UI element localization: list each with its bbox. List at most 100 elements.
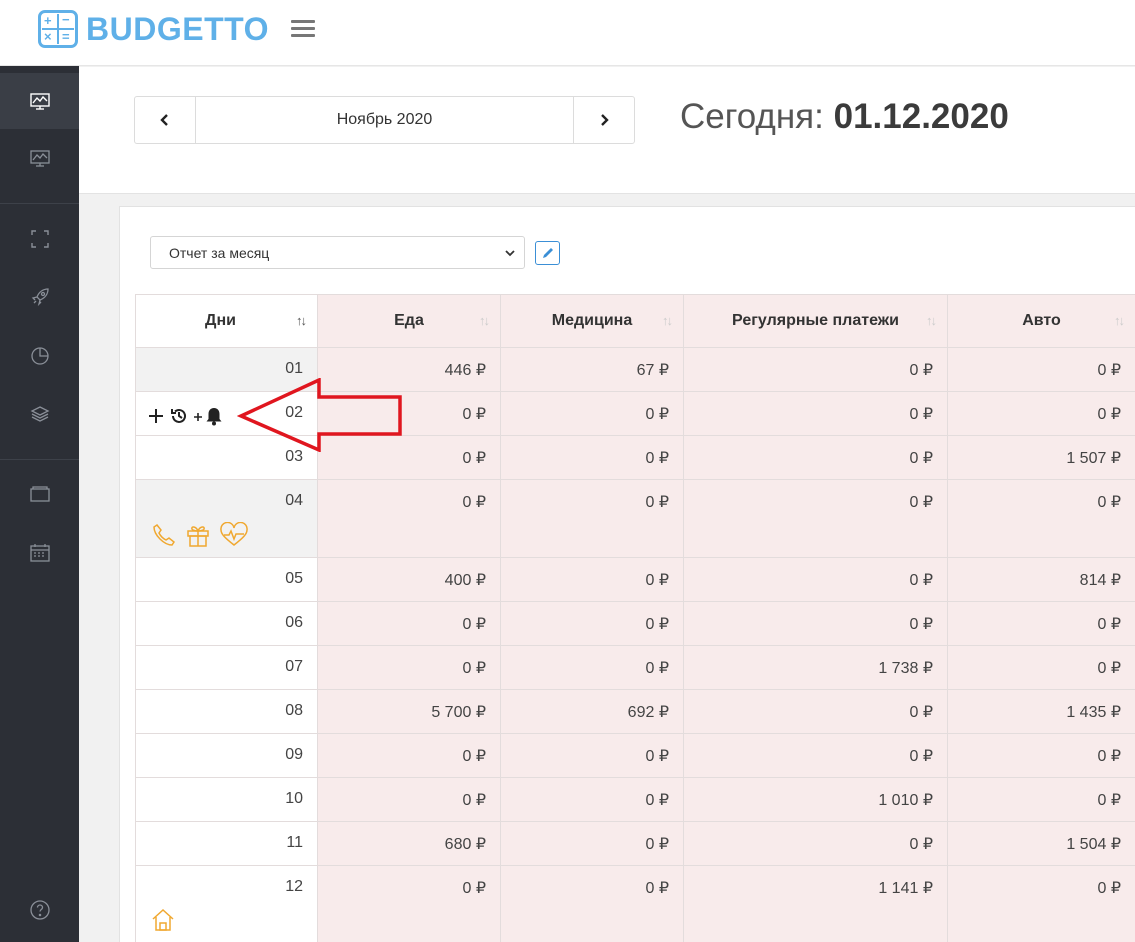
amount-cell[interactable]: 0 ₽ <box>684 558 948 602</box>
amount-cell[interactable]: 1 504 ₽ <box>948 822 1135 866</box>
amount-cell[interactable]: 0 ₽ <box>948 480 1135 558</box>
column-header-4[interactable]: Авто ↑↓ <box>948 294 1135 348</box>
amount-cell[interactable]: 0 ₽ <box>501 558 684 602</box>
day-cell[interactable]: 11 <box>135 822 318 866</box>
sidebar-item-calendar[interactable] <box>0 525 79 581</box>
amount-cell[interactable]: 0 ₽ <box>684 480 948 558</box>
next-month-button[interactable] <box>573 97 634 143</box>
day-cell[interactable]: 06 <box>135 602 318 646</box>
column-header-0[interactable]: Дни ↑↓ <box>135 294 318 348</box>
column-header-1[interactable]: Еда ↑↓ <box>318 294 501 348</box>
day-cell[interactable]: 07 <box>135 646 318 690</box>
amount-cell[interactable]: 0 ₽ <box>318 646 501 690</box>
sort-icon[interactable]: ↑↓ <box>926 313 937 328</box>
amount-cell[interactable]: 1 435 ₽ <box>948 690 1135 734</box>
sort-icon[interactable]: ↑↓ <box>662 313 673 328</box>
sidebar-item-report[interactable] <box>0 130 79 186</box>
amount-cell[interactable]: 67 ₽ <box>501 348 684 392</box>
column-header-label: Авто <box>1022 312 1061 329</box>
edit-report-button[interactable] <box>535 241 560 265</box>
report-type-select[interactable]: Отчет за месяц <box>150 236 525 269</box>
sidebar-item-wallet[interactable] <box>0 466 79 522</box>
amount-cell[interactable]: 692 ₽ <box>501 690 684 734</box>
amount-cell[interactable]: 400 ₽ <box>318 558 501 602</box>
amount-cell[interactable]: 0 ₽ <box>684 822 948 866</box>
day-cell[interactable]: 09 <box>135 734 318 778</box>
amount-cell[interactable]: 0 ₽ <box>948 866 1135 942</box>
amount-cell[interactable]: 0 ₽ <box>501 734 684 778</box>
today-date: Сегодня: 01.12.2020 <box>680 97 1009 137</box>
amount-cell[interactable]: 0 ₽ <box>948 778 1135 822</box>
amount-cell[interactable]: 0 ₽ <box>501 646 684 690</box>
amount-cell[interactable]: 0 ₽ <box>684 436 948 480</box>
heart-pulse-icon[interactable] <box>219 522 249 548</box>
amount-cell[interactable]: 0 ₽ <box>318 734 501 778</box>
amount-cell[interactable]: 1 507 ₽ <box>948 436 1135 480</box>
amount-value: 1 507 ₽ <box>1066 450 1121 467</box>
month-navigator: Ноябрь 2020 <box>134 96 635 144</box>
amount-cell[interactable]: 0 ₽ <box>948 392 1135 436</box>
plus-icon[interactable] <box>146 406 166 426</box>
amount-value: 814 ₽ <box>1079 572 1121 589</box>
column-header-3[interactable]: Регулярные платежи ↑↓ <box>684 294 948 348</box>
day-cell[interactable]: 10 <box>135 778 318 822</box>
sidebar-item-layers[interactable] <box>0 386 79 442</box>
amount-cell[interactable]: 680 ₽ <box>318 822 501 866</box>
amount-cell[interactable]: 1 010 ₽ <box>684 778 948 822</box>
phone-icon[interactable] <box>151 522 177 548</box>
chevron-right-icon <box>601 114 609 126</box>
amount-cell[interactable]: 0 ₽ <box>318 602 501 646</box>
amount-cell[interactable]: 0 ₽ <box>948 348 1135 392</box>
amount-cell[interactable]: 814 ₽ <box>948 558 1135 602</box>
period-header: Ноябрь 2020 Сегодня: 01.12.2020 <box>79 67 1135 194</box>
amount-cell[interactable]: 0 ₽ <box>501 602 684 646</box>
sidebar-item-dashboard[interactable] <box>0 73 79 129</box>
day-cell[interactable]: 05 <box>135 558 318 602</box>
sort-icon[interactable]: ↑↓ <box>296 313 307 328</box>
row-icons-04 <box>151 522 249 548</box>
amount-value: 0 ₽ <box>462 494 486 511</box>
sidebar-item-statistics[interactable] <box>0 328 79 384</box>
day-cell[interactable]: 08 <box>135 690 318 734</box>
amount-cell[interactable]: 0 ₽ <box>684 690 948 734</box>
gift-icon[interactable] <box>185 522 211 548</box>
amount-cell[interactable]: 5 700 ₽ <box>318 690 501 734</box>
amount-cell[interactable]: 1 141 ₽ <box>684 866 948 942</box>
sidebar-item-help[interactable] <box>0 882 79 938</box>
amount-cell[interactable]: 0 ₽ <box>684 734 948 778</box>
sidebar-item-rocket[interactable] <box>0 269 79 325</box>
sidebar-item-fullscreen[interactable] <box>0 211 79 267</box>
today-label: Сегодня: <box>680 97 824 136</box>
amount-cell[interactable]: 1 738 ₽ <box>684 646 948 690</box>
amount-cell[interactable]: 0 ₽ <box>501 822 684 866</box>
sort-icon[interactable]: ↑↓ <box>1114 313 1125 328</box>
prev-month-button[interactable] <box>135 97 196 143</box>
amount-cell[interactable]: 0 ₽ <box>501 778 684 822</box>
amount-cell[interactable]: 0 ₽ <box>684 348 948 392</box>
menu-toggle-icon[interactable] <box>291 20 315 38</box>
amount-cell[interactable]: 0 ₽ <box>948 734 1135 778</box>
amount-cell[interactable]: 0 ₽ <box>501 392 684 436</box>
sort-icon[interactable]: ↑↓ <box>479 313 490 328</box>
amount-cell[interactable]: 0 ₽ <box>318 866 501 942</box>
add-reminder-icon[interactable] <box>192 405 226 427</box>
amount-value: 0 ₽ <box>1097 748 1121 765</box>
amount-cell[interactable]: 0 ₽ <box>948 646 1135 690</box>
amount-cell[interactable]: 0 ₽ <box>684 392 948 436</box>
app-logo[interactable]: + − × = BUDGETTO <box>38 10 269 48</box>
chevron-down-icon <box>505 250 515 257</box>
history-icon[interactable] <box>169 406 189 426</box>
column-header-2[interactable]: Медицина ↑↓ <box>501 294 684 348</box>
amount-cell[interactable]: 0 ₽ <box>948 602 1135 646</box>
home-icon[interactable] <box>150 907 176 933</box>
day-number: 12 <box>285 878 303 895</box>
amount-value: 0 ₽ <box>909 406 933 423</box>
amount-cell[interactable]: 0 ₽ <box>318 480 501 558</box>
amount-cell[interactable]: 0 ₽ <box>501 436 684 480</box>
column-header-label: Медицина <box>551 312 633 329</box>
amount-value: 0 ₽ <box>462 748 486 765</box>
amount-cell[interactable]: 0 ₽ <box>684 602 948 646</box>
amount-cell[interactable]: 0 ₽ <box>501 866 684 942</box>
amount-cell[interactable]: 0 ₽ <box>501 480 684 558</box>
amount-cell[interactable]: 0 ₽ <box>318 778 501 822</box>
